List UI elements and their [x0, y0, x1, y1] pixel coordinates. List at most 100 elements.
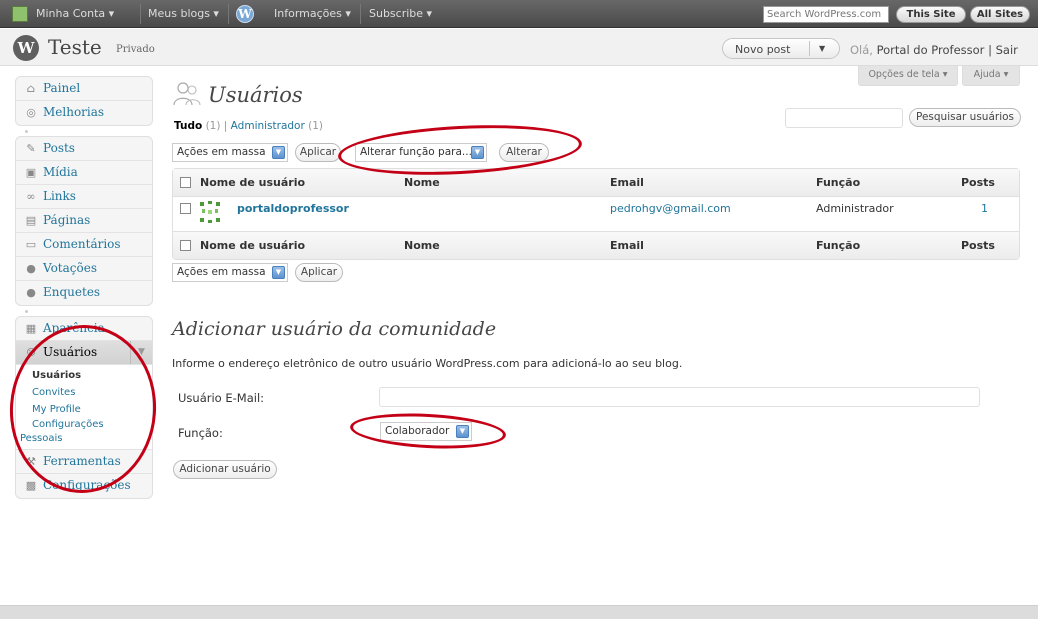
- my-account-menu[interactable]: Minha Conta ▾: [36, 7, 114, 20]
- sidebar-item-label: Páginas: [43, 213, 91, 227]
- add-user-button[interactable]: Adicionar usuário: [173, 460, 277, 479]
- change-role-button[interactable]: Alterar: [499, 143, 549, 162]
- chevron-down-icon[interactable]: ▼: [272, 266, 285, 279]
- sidebar-item-appearance[interactable]: ▦ Aparência: [16, 317, 152, 341]
- upgrades-icon: ◎: [26, 106, 36, 119]
- column-header-posts: Posts: [961, 176, 995, 189]
- user-email-link[interactable]: pedrohgv@gmail.com: [610, 202, 731, 215]
- help-tab[interactable]: Ajuda ▾: [962, 66, 1020, 86]
- user-avatar: [200, 201, 220, 223]
- sidebar-item-dashboard[interactable]: ⌂ Painel: [16, 77, 152, 101]
- bulk-actions-value: Ações em massa: [177, 266, 266, 278]
- menu-separator: [15, 126, 153, 136]
- row-checkbox[interactable]: [180, 203, 191, 214]
- sidebar-item-label: Ferramentas: [43, 454, 121, 468]
- sidebar-item-polls[interactable]: ● Enquetes: [16, 281, 152, 305]
- column-header-username[interactable]: Nome de usuário: [200, 176, 305, 189]
- chevron-down-icon[interactable]: ▼: [272, 146, 285, 159]
- submenu-item-personal-settings[interactable]: Configurações: [16, 418, 152, 432]
- submenu-item-invites[interactable]: Convites: [16, 384, 152, 401]
- user-profile-link[interactable]: Portal do Professor: [877, 43, 985, 57]
- all-sites-button[interactable]: All Sites: [970, 6, 1030, 23]
- sidebar-item-ratings[interactable]: ● Votações: [16, 257, 152, 281]
- select-all-checkbox[interactable]: [180, 177, 191, 188]
- filter-administrator[interactable]: Administrador: [231, 120, 305, 132]
- logout-link[interactable]: Sair: [996, 43, 1018, 57]
- role-select[interactable]: Colaborador ▼: [380, 422, 472, 441]
- column-header-email[interactable]: Email: [610, 176, 644, 189]
- bulk-actions-value: Ações em massa: [177, 146, 266, 158]
- blavatar-icon[interactable]: [12, 6, 28, 22]
- submenu-item-my-profile[interactable]: My Profile: [16, 401, 152, 418]
- sidebar-item-users[interactable]: ☺ Usuários ▼: [16, 341, 152, 365]
- submenu-toggle-icon[interactable]: ▼: [130, 341, 152, 364]
- search-users-button[interactable]: Pesquisar usuários: [909, 108, 1021, 127]
- user-email-input[interactable]: [379, 387, 980, 407]
- column-header-name[interactable]: Nome: [404, 176, 440, 189]
- apply-button-bottom[interactable]: Aplicar: [295, 263, 343, 282]
- apply-button[interactable]: Aplicar: [295, 143, 341, 162]
- username-link[interactable]: portaldoprofessor: [237, 202, 349, 215]
- sidebar-item-label: Votações: [43, 261, 97, 275]
- column-footer-role: Função: [816, 239, 861, 252]
- filter-all[interactable]: Tudo: [174, 120, 202, 132]
- submenu-item-personal-settings-2[interactable]: Pessoais: [16, 432, 152, 446]
- bulk-actions-select[interactable]: Ações em massa ▼: [172, 143, 288, 162]
- sidebar-item-comments[interactable]: ▭ Comentários: [16, 233, 152, 257]
- column-footer-posts: Posts: [961, 239, 995, 252]
- adminbar-divider: [140, 4, 141, 24]
- my-blogs-menu[interactable]: Meus blogs ▾: [148, 7, 219, 20]
- user-greeting: Olá, Portal do Professor | Sair: [850, 43, 1018, 57]
- sidebar-item-links[interactable]: ∞ Links: [16, 185, 152, 209]
- users-table: Nome de usuário Nome Email Função Posts …: [172, 168, 1020, 260]
- sidebar-item-label: Melhorias: [43, 105, 105, 119]
- sidebar-item-label: Posts: [43, 141, 75, 155]
- site-header: W Teste Privado Novo post ▼ Olá, Portal …: [0, 29, 1038, 66]
- search-users-input[interactable]: [785, 108, 903, 128]
- wordpress-logo-icon: W: [13, 35, 39, 61]
- column-footer-username[interactable]: Nome de usuário: [200, 239, 305, 252]
- bulk-actions-select-bottom[interactable]: Ações em massa ▼: [172, 263, 288, 282]
- select-all-checkbox[interactable]: [180, 240, 191, 251]
- column-footer-name[interactable]: Nome: [404, 239, 440, 252]
- user-posts-count[interactable]: 1: [981, 202, 988, 215]
- this-site-button[interactable]: This Site: [896, 6, 966, 23]
- links-icon: ∞: [26, 190, 36, 203]
- users-icon: [173, 82, 201, 106]
- chevron-down-icon[interactable]: ▼: [819, 44, 825, 53]
- users-icon: ☺: [26, 346, 36, 359]
- column-footer-email[interactable]: Email: [610, 239, 644, 252]
- sidebar-item-label: Links: [43, 189, 76, 203]
- sidebar-item-label: Painel: [43, 81, 81, 95]
- sidebar-item-media[interactable]: ▣ Mídia: [16, 161, 152, 185]
- role-field-label: Função:: [178, 426, 223, 440]
- info-menu[interactable]: Informações ▾: [274, 7, 351, 20]
- screen-options-tab[interactable]: Opções de tela ▾: [858, 66, 958, 86]
- wordpress-logo-icon[interactable]: W: [236, 5, 254, 23]
- sidebar-item-upgrades[interactable]: ◎ Melhorias: [16, 101, 152, 125]
- page-title: Usuários: [208, 83, 303, 107]
- sidebar-item-tools[interactable]: ⚒ Ferramentas: [16, 450, 152, 474]
- site-title[interactable]: Teste: [48, 35, 102, 59]
- adminbar-search-input[interactable]: Search WordPress.com: [763, 6, 889, 23]
- sidebar-item-label: Enquetes: [43, 285, 101, 299]
- submenu-item-users[interactable]: Usuários: [16, 367, 152, 384]
- sidebar-item-label: Configurações: [43, 478, 131, 492]
- email-field-label: Usuário E-Mail:: [178, 391, 265, 405]
- sidebar-item-posts[interactable]: ✎ Posts: [16, 137, 152, 161]
- table-header-row: Nome de usuário Nome Email Função Posts: [173, 169, 1019, 196]
- favorite-action-label[interactable]: Novo post: [735, 43, 790, 56]
- sidebar-item-settings[interactable]: ▩ Configurações: [16, 474, 152, 498]
- user-role: Administrador: [816, 202, 894, 215]
- change-role-select[interactable]: Alterar função para... ▼: [355, 143, 487, 162]
- privacy-label: Privado: [116, 44, 155, 55]
- subscribe-menu[interactable]: Subscribe ▾: [369, 7, 432, 20]
- favorite-actions-dropdown[interactable]: Novo post ▼: [722, 38, 840, 59]
- sidebar-item-label: Aparência: [43, 321, 105, 335]
- table-footer-row: Nome de usuário Nome Email Função Posts: [173, 232, 1019, 259]
- chevron-down-icon[interactable]: ▼: [456, 425, 469, 438]
- favorite-divider: [809, 41, 810, 56]
- chevron-down-icon[interactable]: ▼: [471, 146, 484, 159]
- greeting-prefix: Olá,: [850, 43, 873, 57]
- sidebar-item-pages[interactable]: ▤ Páginas: [16, 209, 152, 233]
